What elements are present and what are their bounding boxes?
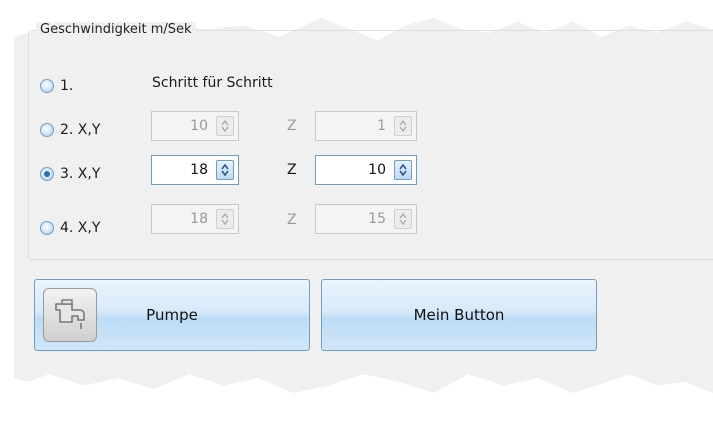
radio-label-2: 2. X,Y <box>60 122 101 138</box>
radio-label-4: 4. X,Y <box>60 220 101 236</box>
z-label-3: Z <box>287 162 297 178</box>
z-spinbox-4[interactable]: 15 <box>315 204 417 234</box>
step-by-step-heading: Schritt für Schritt <box>152 75 273 91</box>
water-tap-icon <box>43 288 97 342</box>
xy-spinbox-3[interactable]: 18 <box>151 155 239 185</box>
xy-value-2: 10 <box>190 118 208 134</box>
z-label-2: Z <box>287 118 297 134</box>
groupbox-title: Geschwindigkeit m/Sek <box>36 22 196 37</box>
xy-spinbox-4[interactable]: 18 <box>151 204 239 234</box>
radio-option-4[interactable]: 4. X,Y <box>40 220 100 236</box>
radio-option-1[interactable]: 1. <box>40 78 73 94</box>
mein-button[interactable]: Mein Button <box>321 279 597 351</box>
radio-option-3[interactable]: 3. X,Y <box>40 166 100 182</box>
xy-value-3: 18 <box>190 162 208 178</box>
radio-button-3[interactable] <box>40 167 54 181</box>
pumpe-button-label: Pumpe <box>146 306 198 324</box>
xy-spinbox-2[interactable]: 10 <box>151 111 239 141</box>
radio-button-1[interactable] <box>40 79 54 93</box>
z-spinbox-2[interactable]: 1 <box>315 111 417 141</box>
mein-button-label: Mein Button <box>413 306 505 324</box>
radio-button-4[interactable] <box>40 221 54 235</box>
radio-option-2[interactable]: 2. X,Y <box>40 122 100 138</box>
spin-up-down-icon[interactable] <box>394 160 412 180</box>
radio-button-2[interactable] <box>40 123 54 137</box>
pumpe-button[interactable]: Pumpe <box>34 279 310 351</box>
radio-label-3: 3. X,Y <box>60 166 101 182</box>
z-label-4: Z <box>287 212 297 228</box>
z-value-4: 15 <box>368 211 386 227</box>
z-value-3: 10 <box>368 162 386 178</box>
z-value-2: 1 <box>377 118 386 134</box>
xy-value-4: 18 <box>190 211 208 227</box>
z-spinbox-3[interactable]: 10 <box>315 155 417 185</box>
spin-up-down-icon[interactable] <box>216 209 234 229</box>
spin-up-down-icon[interactable] <box>216 160 234 180</box>
spin-up-down-icon[interactable] <box>216 116 234 136</box>
spin-up-down-icon[interactable] <box>394 209 412 229</box>
spin-up-down-icon[interactable] <box>394 116 412 136</box>
radio-label-1: 1. <box>60 78 74 94</box>
